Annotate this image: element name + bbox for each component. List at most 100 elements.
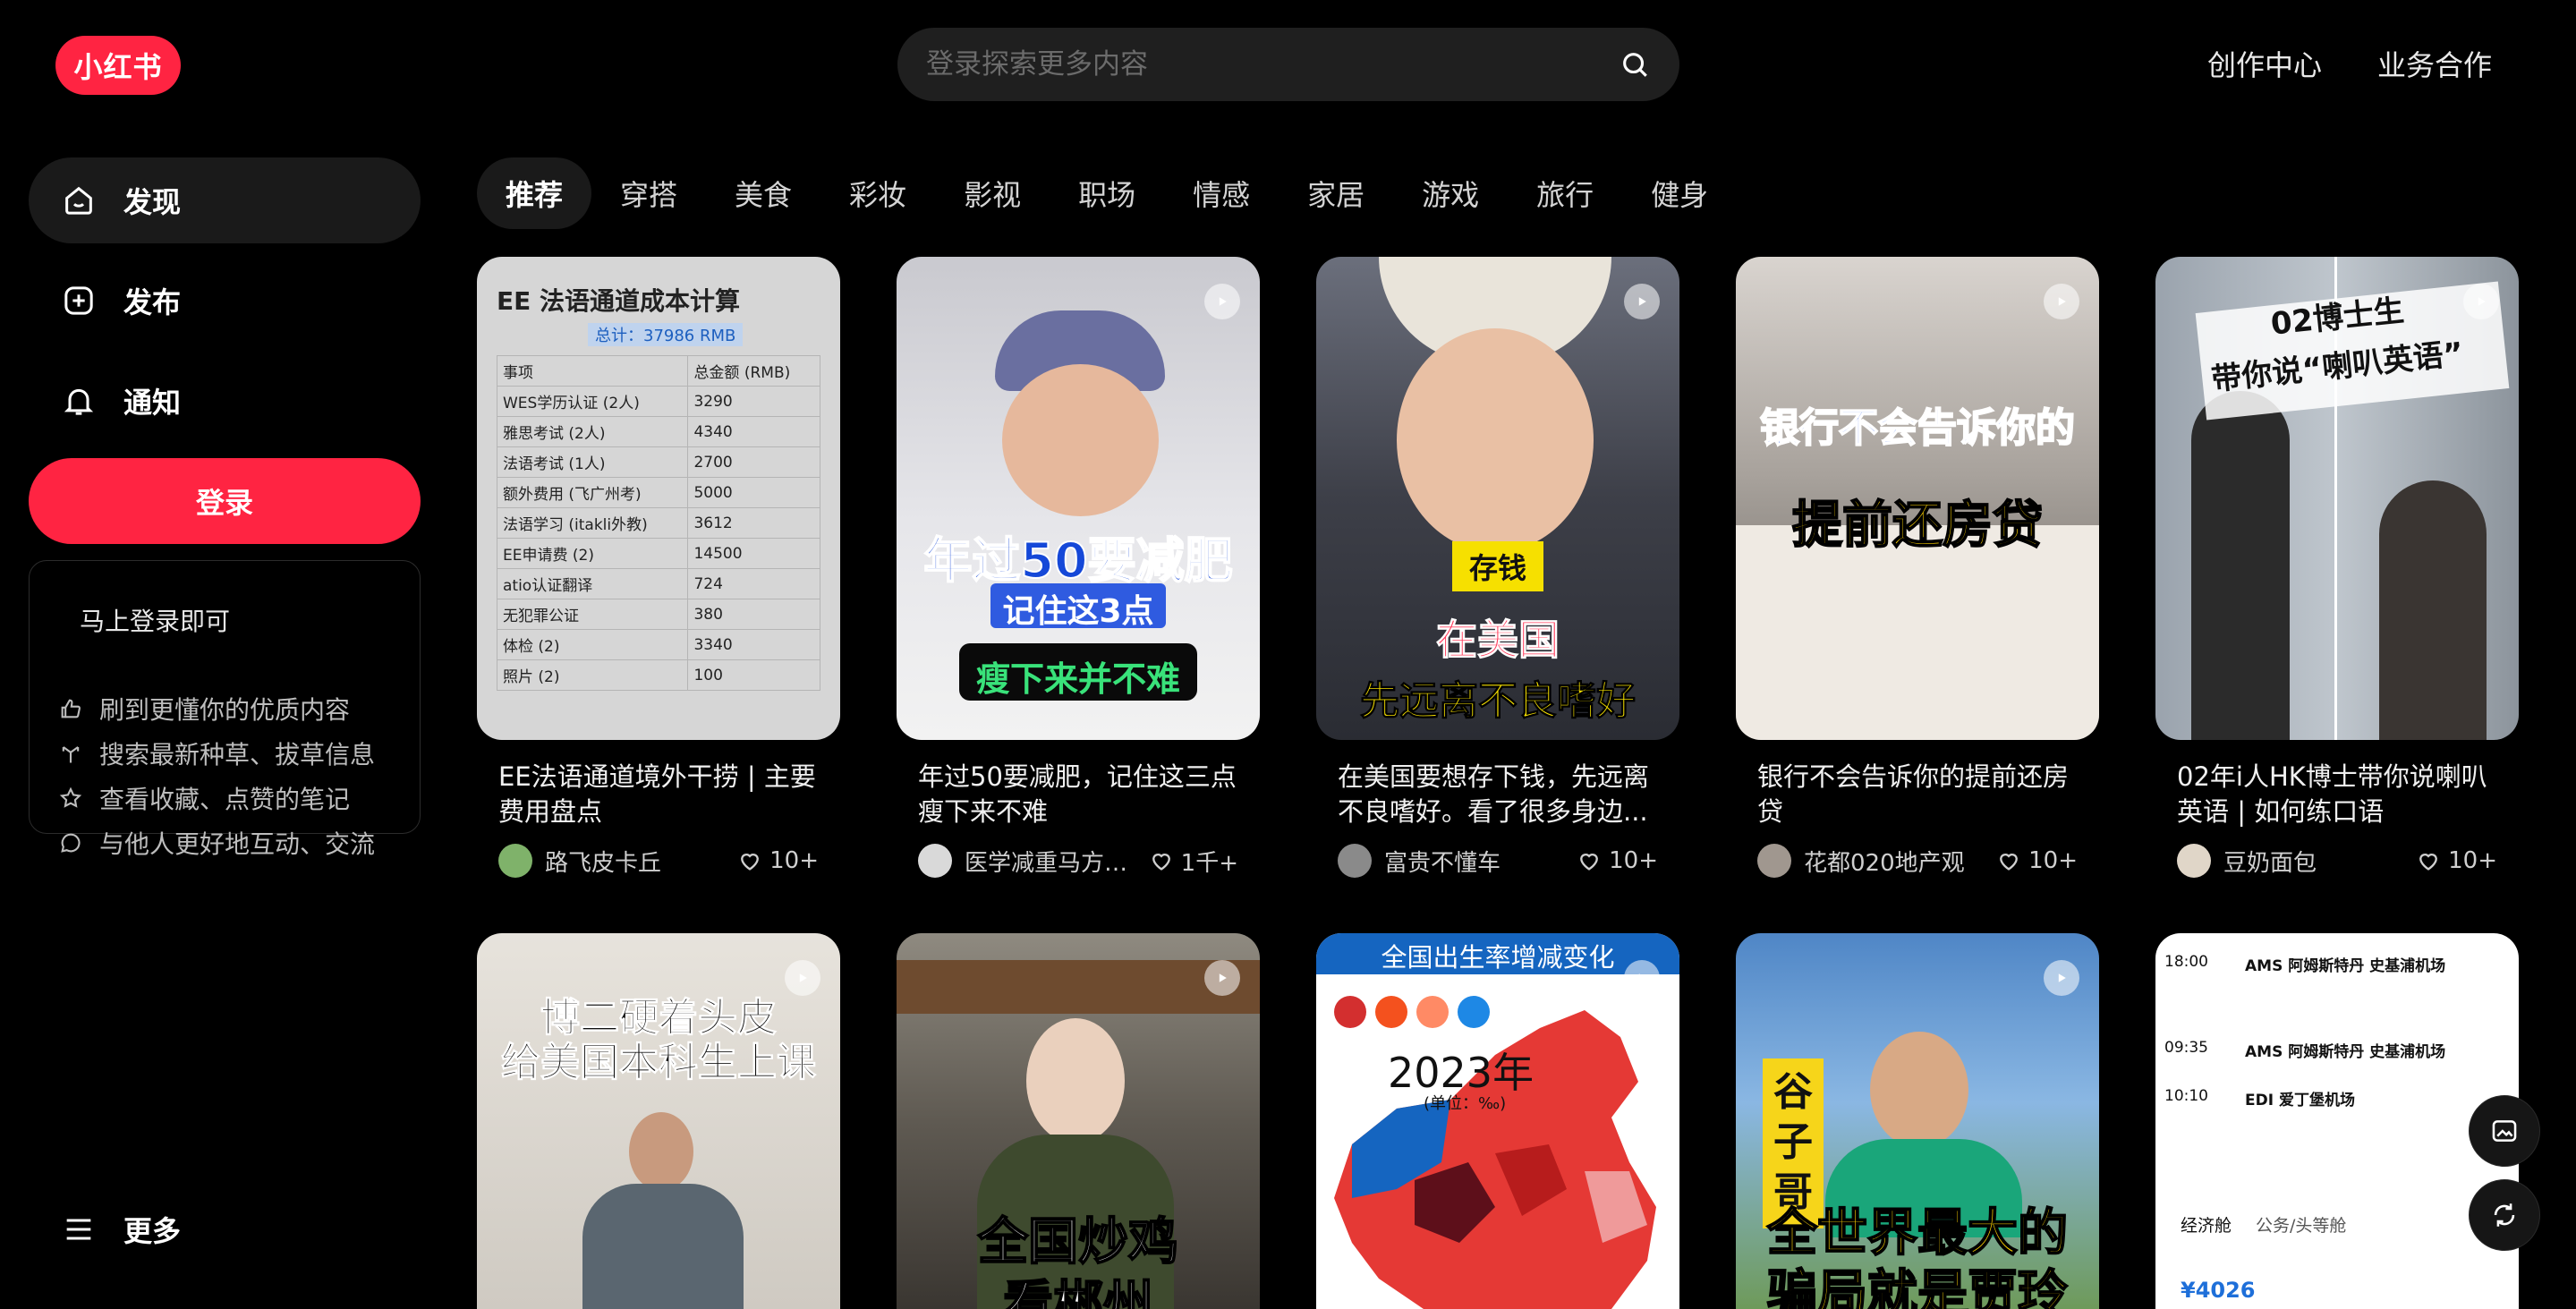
note-title[interactable]: EE法语通道境外干捞 | 主要费用盘点 xyxy=(498,760,819,829)
table-cell: 额外费用 (飞广州考) xyxy=(496,477,689,508)
note-cover[interactable]: 存钱 在美国 先远离不良嗜好 xyxy=(1316,257,1679,740)
heart-icon xyxy=(1152,854,1170,871)
note-cover[interactable]: 18:00 AMS 阿姆斯特丹 史基浦机场 09:35 AMS 阿姆斯特丹 史基… xyxy=(2155,933,2519,1309)
creator-center-link[interactable]: 创作中心 xyxy=(2207,43,2322,84)
author-name[interactable]: 医学减重马方教... xyxy=(965,845,1138,878)
note-card[interactable]: 存钱 在美国 先远离不良嗜好 在美国要想存下钱，先远离不良嗜好。看了很多身边..… xyxy=(1316,257,1679,878)
table-cell: 无犯罪公证 xyxy=(496,599,689,630)
note-card[interactable]: 全国出生率增减变化 2023年 (单位：‰) xyxy=(1316,933,1679,1309)
tab-career[interactable]: 职场 xyxy=(1050,157,1164,229)
tab-games[interactable]: 游戏 xyxy=(1393,157,1508,229)
avatar[interactable] xyxy=(1338,844,1372,878)
note-title[interactable]: 02年i人HK博士带你说喇叭英语 | 如何练口语 xyxy=(2177,760,2497,829)
like-button[interactable]: 1千+ xyxy=(1149,845,1238,878)
avatar[interactable] xyxy=(2177,844,2211,878)
table-cell: 380 xyxy=(687,599,820,630)
tab-emotion[interactable]: 情感 xyxy=(1164,157,1279,229)
table-cell: EE申请费 (2) xyxy=(496,538,689,569)
category-tabs: 推荐 穿搭 美食 彩妆 影视 职场 情感 家居 游戏 旅行 健身 xyxy=(477,157,1737,229)
play-icon xyxy=(2044,960,2079,996)
logo[interactable]: 小红书 xyxy=(55,36,181,95)
cover-tag: 存钱 xyxy=(1468,551,1526,585)
image-mode-button[interactable] xyxy=(2469,1095,2540,1167)
avatar[interactable] xyxy=(1757,844,1791,878)
note-card[interactable]: 02博士生 带你说“喇叭英语” 02年i人HK博士带你说喇叭英语 | 如何练口语… xyxy=(2155,257,2519,878)
flight-time: 09:35 xyxy=(2164,1039,2208,1057)
login-benefit-row: 与他人更好地互动、交流 xyxy=(58,820,391,865)
bell-icon xyxy=(64,388,94,415)
note-cover[interactable]: 博二硬着头皮 给美国本科生上课 xyxy=(477,933,840,1309)
note-card[interactable]: 银行不会告诉你的 提前还房贷 银行不会告诉你的提前还房贷 花都020地产观 10… xyxy=(1736,257,2099,878)
author-name[interactable]: 富贵不懂车 xyxy=(1384,845,1566,878)
play-icon xyxy=(1204,284,1240,319)
note-cover[interactable]: 年过50要减肥 记住这3点 瘦下来并不难 xyxy=(897,257,1260,740)
table-cell: 法语考试 (1人) xyxy=(496,446,689,478)
sidebar-item-discover[interactable]: 发现 xyxy=(29,157,421,243)
tab-travel[interactable]: 旅行 xyxy=(1508,157,1622,229)
author-name[interactable]: 豆奶面包 xyxy=(2223,845,2405,878)
note-meta: 豆奶面包 10+ xyxy=(2177,844,2497,878)
heart-icon xyxy=(741,854,760,871)
note-cover[interactable]: 谷子哥 全世界最大的 骗局就是贾玲 xyxy=(1736,933,2099,1309)
note-card[interactable]: 全国炒鸡 看郴州 xyxy=(897,933,1260,1309)
avatar[interactable] xyxy=(498,844,532,878)
like-button[interactable]: 10+ xyxy=(2416,847,2497,874)
note-card[interactable]: 谷子哥 全世界最大的 骗局就是贾玲 xyxy=(1736,933,2099,1309)
heart-icon xyxy=(1580,854,1599,871)
sidebar-item-label: 发布 xyxy=(123,285,182,319)
cover-total: 总计：37986 RMB xyxy=(588,323,744,346)
note-card[interactable]: 博二硬着头皮 给美国本科生上课 xyxy=(477,933,840,1309)
table-cell: 2700 xyxy=(687,446,820,478)
sidebar-item-publish[interactable]: 发布 xyxy=(29,258,421,344)
tab-home[interactable]: 家居 xyxy=(1279,157,1393,229)
tab-recommend[interactable]: 推荐 xyxy=(477,157,592,229)
refresh-button[interactable] xyxy=(2469,1179,2540,1251)
note-cover[interactable]: 全国炒鸡 看郴州 xyxy=(897,933,1260,1309)
search-icon[interactable] xyxy=(1615,45,1654,84)
like-button[interactable]: 10+ xyxy=(737,847,819,874)
flight-airport: AMS 阿姆斯特丹 史基浦机场 xyxy=(2245,1043,2446,1061)
sidebar-more[interactable]: 更多 xyxy=(29,1186,421,1272)
note-cover[interactable]: EE 法语通道成本计算 总计：37986 RMB 事项 总金额 (RMB) WES… xyxy=(477,257,840,740)
note-title[interactable]: 年过50要减肥，记住这三点瘦下来不难 xyxy=(918,760,1238,829)
note-cover[interactable]: 02博士生 带你说“喇叭英语” xyxy=(2155,257,2519,740)
login-button[interactable]: 登录 xyxy=(29,458,421,544)
avatar[interactable] xyxy=(918,844,952,878)
flight-airport: AMS 阿姆斯特丹 史基浦机场 xyxy=(2245,957,2446,975)
tab-outfits[interactable]: 穿搭 xyxy=(591,157,706,229)
login-benefit-row: 刷到更懂你的优质内容 xyxy=(58,686,391,731)
like-count: 10+ xyxy=(2028,847,2078,874)
sidebar-item-notify[interactable]: 通知 xyxy=(29,358,421,444)
cover-subline: 先远离不良嗜好 xyxy=(1360,678,1637,725)
search-input[interactable] xyxy=(924,47,1615,81)
image-icon xyxy=(2492,1120,2517,1142)
note-cover[interactable]: 银行不会告诉你的 提前还房贷 xyxy=(1736,257,2099,740)
note-title[interactable]: 在美国要想存下钱，先远离不良嗜好。看了很多身边... xyxy=(1338,760,1658,829)
author-name[interactable]: 花都020地产观 xyxy=(1804,845,1985,878)
cover-subline: 提前还房贷 xyxy=(1791,496,2044,556)
cover-unit: (单位：‰) xyxy=(1424,1094,1507,1113)
play-icon xyxy=(1624,960,1660,996)
sidebar-item-label: 通知 xyxy=(123,386,182,420)
tab-food[interactable]: 美食 xyxy=(706,157,820,229)
author-name[interactable]: 路飞皮卡丘 xyxy=(545,845,727,878)
note-title[interactable]: 银行不会告诉你的提前还房贷 xyxy=(1757,760,2078,829)
tab-makeup[interactable]: 彩妆 xyxy=(820,157,935,229)
tab-film[interactable]: 影视 xyxy=(935,157,1050,229)
more-label: 更多 xyxy=(123,1214,182,1248)
search-bar[interactable] xyxy=(897,28,1679,101)
flight-time: 18:00 xyxy=(2164,953,2208,971)
login-benefit-text: 搜索最新种草、拔草信息 xyxy=(99,740,376,769)
business-link[interactable]: 业务合作 xyxy=(2377,43,2492,84)
like-button[interactable]: 10+ xyxy=(1577,847,1658,874)
login-card-title: 马上登录即可 xyxy=(80,607,231,636)
note-card[interactable]: EE 法语通道成本计算 总计：37986 RMB 事项 总金额 (RMB) WES… xyxy=(477,257,840,878)
table-header: 总金额 (RMB) xyxy=(687,355,820,387)
tab-fitness[interactable]: 健身 xyxy=(1622,157,1737,229)
table-cell: 14500 xyxy=(687,538,820,569)
note-card[interactable]: 年过50要减肥 记住这3点 瘦下来并不难 年过50要减肥，记住这三点瘦下来不难 … xyxy=(897,257,1260,878)
note-card[interactable]: 18:00 AMS 阿姆斯特丹 史基浦机场 09:35 AMS 阿姆斯特丹 史基… xyxy=(2155,933,2519,1309)
note-cover[interactable]: 全国出生率增减变化 2023年 (单位：‰) xyxy=(1316,933,1679,1309)
login-benefits-card: 马上登录即可 刷到更懂你的优质内容 搜索最新种草、拔草信息 查看收藏、点赞的笔记… xyxy=(29,560,421,859)
like-button[interactable]: 10+ xyxy=(1996,847,2078,874)
